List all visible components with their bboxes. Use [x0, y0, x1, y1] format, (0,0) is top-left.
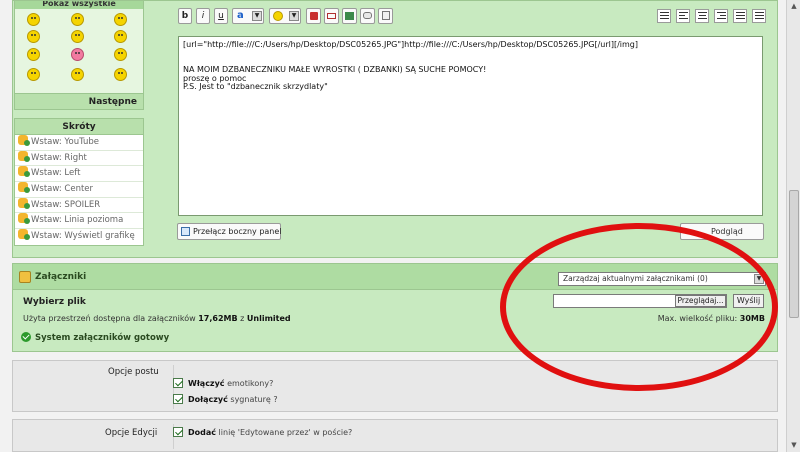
image-icon: [345, 12, 354, 20]
smiley-icon[interactable]: [114, 48, 127, 61]
add-edited-by-checkbox[interactable]: [173, 427, 183, 437]
shortcuts-panel: Skróty Wstaw: YouTube Wstaw: Right Wstaw…: [14, 118, 144, 246]
max-file-size-text: Max. wielkość pliku: 30MB: [657, 314, 765, 323]
smiley-icon[interactable]: [27, 48, 40, 61]
bullet-list-icon[interactable]: [752, 9, 766, 23]
chevron-down-icon: ▼: [754, 274, 764, 284]
attach-signature-label: Dołączyć sygnaturę ?: [188, 395, 278, 404]
shortcut-right[interactable]: Wstaw: Right: [15, 150, 143, 167]
align-justify-icon[interactable]: [657, 9, 671, 23]
chevron-down-icon: ▼: [252, 11, 262, 21]
insert-icon: [18, 229, 30, 241]
smiley-icon[interactable]: [71, 68, 84, 81]
code-icon: [381, 11, 390, 20]
post-options-label: Opcje postu: [108, 367, 159, 377]
attachments-header: Załączniki Zarządzaj aktualnymi załączni…: [13, 264, 777, 290]
align-right-icon[interactable]: [714, 9, 728, 23]
attachments-section: Załączniki Zarządzaj aktualnymi załączni…: [12, 263, 778, 352]
numbered-list-icon[interactable]: [733, 9, 747, 23]
shortcuts-heading: Skróty: [15, 119, 143, 135]
edit-options-section: Opcje Edycji Dodać linię 'Edytowane prze…: [12, 419, 778, 452]
font-color-dropdown[interactable]: a ▼: [232, 8, 264, 24]
check-icon: [21, 332, 31, 342]
align-left-icon[interactable]: [676, 9, 690, 23]
insert-icon: [18, 150, 30, 162]
toggle-side-panel-button[interactable]: Przełącz boczny panel: [177, 223, 282, 240]
email-icon: [327, 13, 336, 19]
insert-icon: [18, 135, 30, 146]
add-edited-by-label: Dodać linię 'Edytowane przez' w poście?: [188, 428, 353, 437]
quote-icon: [363, 12, 372, 19]
attachments-title: Załączniki: [35, 272, 87, 282]
insert-icon: [18, 197, 30, 209]
enable-emoticons-checkbox[interactable]: [173, 378, 183, 388]
shortcut-center[interactable]: Wstaw: Center: [15, 182, 143, 198]
smiley-icon[interactable]: [114, 68, 127, 81]
show-all-smileys-link[interactable]: Pokaż wszystkie: [15, 1, 143, 9]
insert-link-button[interactable]: [306, 8, 321, 24]
smiley-icon[interactable]: [114, 30, 127, 43]
insert-quote-button[interactable]: [360, 8, 375, 24]
smiley-icon[interactable]: [71, 13, 84, 26]
align-center-icon[interactable]: [695, 9, 709, 23]
shortcut-youtube[interactable]: Wstaw: YouTube: [15, 135, 143, 151]
post-options-section: Opcje postu Włączyć emotikony? Dołączyć …: [12, 360, 778, 412]
panel-icon: [181, 227, 190, 236]
insert-image-button[interactable]: [342, 8, 357, 24]
insert-icon: [18, 166, 30, 178]
scroll-up-icon[interactable]: ▲: [789, 1, 799, 11]
insert-code-button[interactable]: [378, 8, 393, 24]
preview-button[interactable]: Podgląd: [680, 223, 764, 240]
smiley-icon[interactable]: [27, 30, 40, 43]
scroll-thumb[interactable]: [789, 190, 799, 318]
browse-button[interactable]: Przeglądaj...: [675, 295, 726, 307]
choose-file-label: Wybierz plik: [23, 297, 86, 307]
attach-signature-checkbox[interactable]: [173, 394, 183, 404]
smiley-panel: Pokaż wszystkie Następne: [14, 0, 144, 110]
link-icon: [309, 12, 318, 20]
underline-button[interactable]: u: [214, 8, 228, 24]
shortcut-horizontal-line[interactable]: Wstaw: Linia pozioma: [15, 213, 143, 230]
insert-email-button[interactable]: [324, 8, 339, 24]
editor-toolbar: b i u a ▼ ▼: [166, 6, 766, 26]
enable-emoticons-label: Włączyć emotikony?: [188, 379, 274, 388]
storage-usage-text: Użyta przestrzeń dostępna dla załącznikó…: [23, 314, 291, 323]
smiley-icon[interactable]: [71, 30, 84, 43]
edit-options-label: Opcje Edycji: [105, 428, 158, 438]
manage-attachments-select[interactable]: Zarządzaj aktualnymi załącznikami (0) ▼: [558, 272, 766, 286]
shortcut-left[interactable]: Wstaw: Left: [15, 166, 143, 183]
smiley-icon[interactable]: [27, 68, 40, 81]
smiley-icon[interactable]: [114, 13, 127, 26]
smiley-icon[interactable]: [27, 13, 40, 26]
insert-icon: [18, 182, 30, 194]
insert-icon: [18, 213, 30, 225]
upload-button[interactable]: Wyślij: [733, 294, 764, 308]
attachment-icon: [19, 271, 31, 283]
font-color-icon: a: [237, 10, 244, 21]
message-textarea[interactable]: [url="http://file:///C:/Users/hp/Desktop…: [178, 36, 763, 216]
chevron-down-icon: ▼: [289, 11, 299, 21]
smiley-dropdown[interactable]: ▼: [269, 8, 301, 24]
page: Pokaż wszystkie Następne Skróty Wstaw: Y…: [0, 0, 786, 452]
shortcut-spoiler[interactable]: Wstaw: SPOILER: [15, 197, 143, 214]
bold-button[interactable]: b: [178, 8, 192, 24]
shortcut-show-image[interactable]: Wstaw: Wyświetl grafikę: [15, 229, 143, 245]
italic-button[interactable]: i: [196, 8, 210, 24]
love-smiley-icon[interactable]: [71, 48, 84, 61]
scroll-down-icon[interactable]: ▼: [789, 440, 799, 450]
vertical-scrollbar[interactable]: ▲ ▼: [786, 0, 800, 452]
next-smileys-link[interactable]: Następne: [15, 93, 143, 109]
attachment-status: System załączników gotowy: [21, 332, 169, 343]
smiley-icon: [273, 11, 283, 21]
